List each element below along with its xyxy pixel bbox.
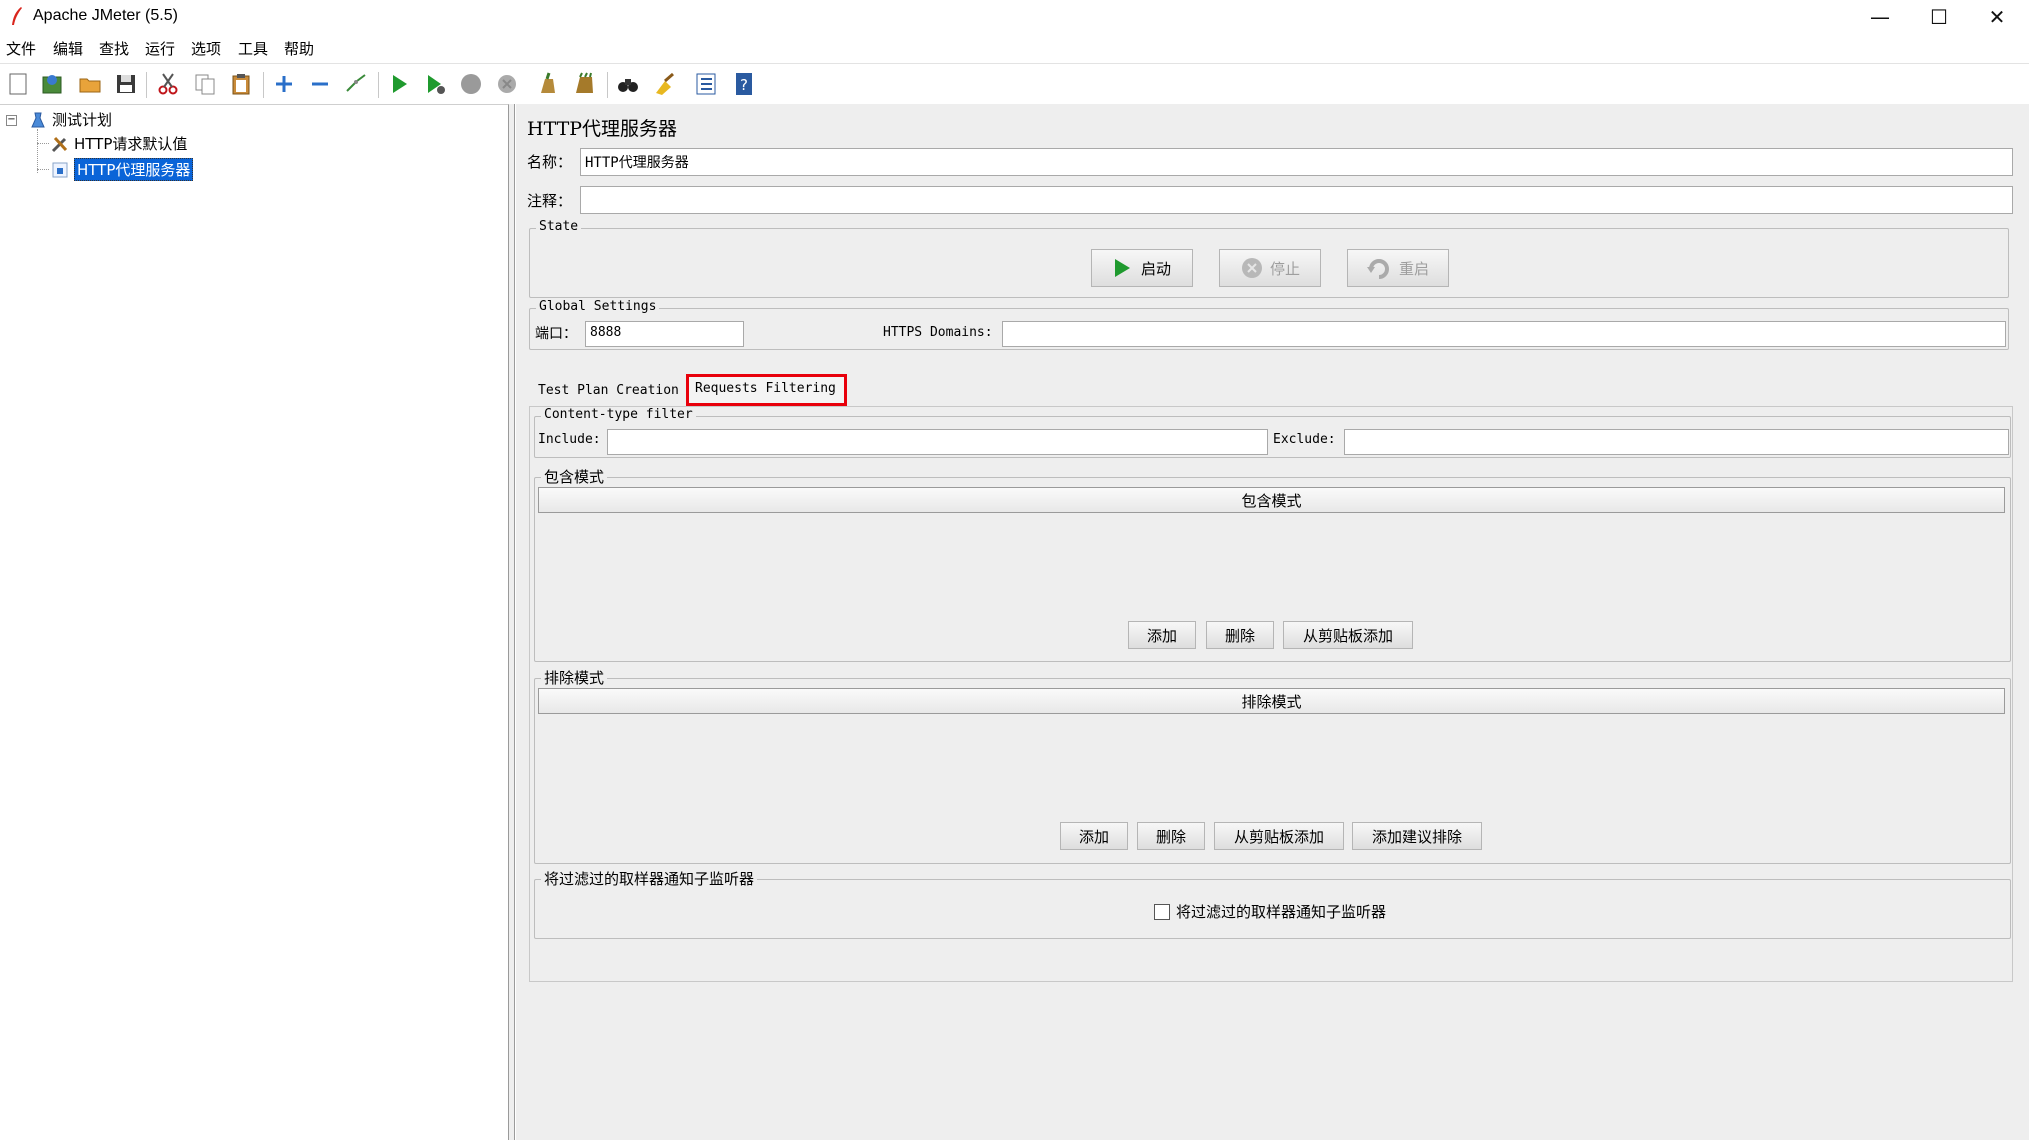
- maximize-button[interactable]: ☐: [1909, 0, 1969, 34]
- collapse-icon[interactable]: [306, 70, 334, 98]
- state-group-title: State: [536, 219, 582, 234]
- close-button[interactable]: ✕: [1967, 0, 2027, 34]
- save-icon[interactable]: [112, 70, 140, 98]
- include-label: Include:: [538, 432, 601, 447]
- menu-options[interactable]: 选项: [191, 38, 221, 59]
- include-patterns-title: 包含模式: [541, 466, 608, 487]
- menu-file[interactable]: 文件: [6, 38, 36, 59]
- exclude-patterns-table-header[interactable]: 排除模式: [538, 688, 2005, 714]
- templates-icon[interactable]: [38, 70, 66, 98]
- tab-test-plan-creation[interactable]: Test Plan Creation: [538, 383, 679, 398]
- paste-icon[interactable]: [227, 70, 255, 98]
- tab-requests-filtering[interactable]: Requests Filtering: [695, 381, 836, 396]
- tree-node-test-plan[interactable]: 测试计划: [28, 109, 112, 130]
- tree-collapse-toggle[interactable]: −: [6, 115, 17, 126]
- window-title: Apache JMeter (5.5): [33, 7, 178, 24]
- panel-splitter[interactable]: [509, 104, 515, 1140]
- title-bar: Apache JMeter (5.5) — ☐ ✕: [0, 0, 2029, 34]
- help-icon[interactable]: ?: [730, 70, 758, 98]
- new-icon[interactable]: [4, 70, 32, 98]
- notify-child-listeners-option[interactable]: 将过滤过的取样器通知子监听器: [1154, 901, 1386, 922]
- include-field[interactable]: [607, 429, 1268, 455]
- toggle-icon[interactable]: [342, 70, 370, 98]
- tree-node-http-proxy[interactable]: HTTP代理服务器: [50, 158, 194, 181]
- restart-icon: [1366, 259, 1389, 279]
- cut-icon[interactable]: [154, 70, 182, 98]
- test-plan-icon: [31, 112, 45, 127]
- tree-node-http-defaults[interactable]: HTTP请求默认值: [50, 133, 187, 154]
- include-add-from-clipboard-button[interactable]: 从剪贴板添加: [1283, 621, 1413, 649]
- open-icon[interactable]: [76, 70, 104, 98]
- svg-text:?: ?: [740, 76, 748, 94]
- restart-button[interactable]: 重启: [1347, 249, 1449, 287]
- expand-icon[interactable]: [270, 70, 298, 98]
- stop-icon[interactable]: [457, 70, 485, 98]
- page-title: HTTP代理服务器: [527, 118, 678, 140]
- exclude-patterns-title: 排除模式: [541, 667, 608, 688]
- notify-child-listeners-label: 将过滤过的取样器通知子监听器: [1176, 903, 1387, 921]
- add-suggested-excludes-button[interactable]: 添加建议排除: [1352, 822, 1482, 850]
- https-domains-field[interactable]: [1002, 321, 2006, 347]
- menu-search[interactable]: 查找: [99, 38, 129, 59]
- toolbar: ?: [0, 63, 2029, 103]
- config-element-icon: [51, 136, 68, 152]
- tree-label-http-proxy: HTTP代理服务器: [74, 158, 194, 181]
- tree-label-http-defaults: HTTP请求默认值: [74, 135, 188, 153]
- menu-edit[interactable]: 编辑: [53, 38, 83, 59]
- menu-run[interactable]: 运行: [145, 38, 175, 59]
- stop-circle-icon: [1241, 258, 1262, 278]
- stop-button[interactable]: 停止: [1219, 249, 1321, 287]
- notify-child-listeners-checkbox[interactable]: [1154, 903, 1170, 920]
- exclude-add-from-clipboard-button[interactable]: 从剪贴板添加: [1214, 822, 1344, 850]
- clear-icon[interactable]: [534, 70, 562, 98]
- proxy-config-panel: HTTP代理服务器 名称： HTTP代理服务器 注释： State 启动 停止 …: [516, 104, 2029, 1140]
- play-icon: [1114, 259, 1130, 277]
- function-helper-icon[interactable]: [692, 70, 720, 98]
- global-settings-title: Global Settings: [536, 299, 660, 314]
- port-field[interactable]: 8888: [585, 321, 744, 347]
- exclude-add-button[interactable]: 添加: [1060, 822, 1128, 850]
- tree-label-test-plan: 测试计划: [52, 111, 113, 129]
- start-icon[interactable]: [385, 70, 413, 98]
- port-label: 端口：: [535, 326, 577, 342]
- include-add-button[interactable]: 添加: [1128, 621, 1196, 649]
- copy-icon[interactable]: [191, 70, 219, 98]
- include-delete-button[interactable]: 删除: [1206, 621, 1274, 649]
- name-label: 名称：: [527, 153, 573, 171]
- menu-tools[interactable]: 工具: [238, 38, 268, 59]
- include-patterns-table-header[interactable]: 包含模式: [538, 487, 2005, 513]
- shutdown-icon[interactable]: [493, 70, 521, 98]
- search-icon[interactable]: [614, 70, 642, 98]
- exclude-field[interactable]: [1344, 429, 2009, 455]
- https-domains-label: HTTPS Domains:: [883, 325, 993, 340]
- reset-search-icon[interactable]: [650, 70, 678, 98]
- exclude-delete-button[interactable]: 删除: [1137, 822, 1205, 850]
- minimize-button[interactable]: —: [1850, 0, 1910, 34]
- menu-help[interactable]: 帮助: [284, 38, 314, 59]
- name-field[interactable]: HTTP代理服务器: [580, 148, 2013, 176]
- jmeter-feather-icon: [12, 7, 22, 25]
- content-type-filter-title: Content-type filter: [541, 407, 696, 422]
- comment-label: 注释：: [527, 192, 573, 210]
- notify-child-listeners-title: 将过滤过的取样器通知子监听器: [541, 868, 758, 889]
- exclude-label: Exclude:: [1273, 432, 1336, 447]
- proxy-server-icon: [52, 162, 68, 177]
- start-no-pause-icon[interactable]: [421, 70, 449, 98]
- clear-all-icon[interactable]: [570, 70, 598, 98]
- start-button[interactable]: 启动: [1091, 249, 1193, 287]
- menu-bar: 文件 编辑 查找 运行 选项 工具 帮助: [0, 34, 2029, 62]
- test-plan-tree: − 测试计划 HTTP请求默认值 HTTP代理服务器: [0, 104, 509, 1140]
- comment-field[interactable]: [580, 186, 2013, 214]
